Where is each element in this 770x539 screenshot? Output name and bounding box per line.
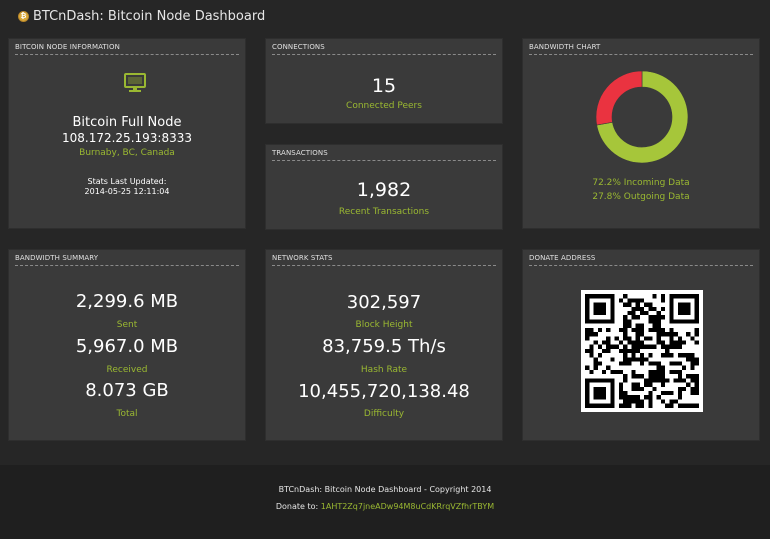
qr-code-icon	[581, 290, 703, 412]
connected-peers-value: 15	[371, 75, 397, 97]
hash-rate-label: Hash Rate	[360, 365, 408, 375]
bandwidth-summary-panel: BANDWIDTH SUMMARY 2,299.6 MB Sent 5,967.…	[8, 249, 246, 441]
panel-heading: BANDWIDTH CHART	[529, 39, 753, 55]
footer-donate-line: Donate to: 1AHT2Zq7jneADw94M8uCdKRrqVZfh…	[0, 502, 770, 511]
bandwidth-chart-panel: BANDWIDTH CHART 72.2% Incoming Data 27.8…	[522, 38, 760, 229]
sent-value: 2,299.6 MB	[75, 291, 179, 312]
sent-label: Sent	[116, 320, 138, 330]
recent-transactions-value: 1,982	[356, 179, 412, 201]
total-label: Total	[116, 409, 138, 419]
connections-panel: CONNECTIONS 15 Connected Peers	[265, 38, 503, 124]
app-header: ₿ BTCnDash: Bitcoin Node Dashboard	[0, 0, 770, 32]
node-location: Burnaby, BC, Canada	[79, 148, 175, 158]
network-stats-panel: NETWORK STATS 302,597 Block Height 83,75…	[265, 249, 503, 441]
outgoing-slice	[595, 70, 643, 126]
outgoing-data-label: 27.8% Outgoing Data	[592, 192, 690, 202]
recent-transactions-label: Recent Transactions	[338, 207, 430, 217]
donate-address-panel: DONATE ADDRESS	[522, 249, 760, 441]
updated-value: 2014-05-25 12:11:04	[84, 187, 170, 196]
panel-heading: BANDWIDTH SUMMARY	[15, 250, 239, 266]
incoming-data-label: 72.2% Incoming Data	[592, 178, 690, 188]
app-title: BTCnDash: Bitcoin Node Dashboard	[33, 8, 266, 24]
total-value: 8.073 GB	[85, 380, 169, 401]
panel-heading: CONNECTIONS	[272, 39, 496, 55]
footer: BTCnDash: Bitcoin Node Dashboard - Copyr…	[0, 465, 770, 539]
hash-rate-value: 83,759.5 Th/s	[322, 336, 446, 357]
updated-label: Stats Last Updated:	[87, 177, 167, 186]
panel-heading: TRANSACTIONS	[272, 145, 496, 161]
panel-heading: NETWORK STATS	[272, 250, 496, 266]
donate-label: Donate to:	[275, 502, 319, 511]
block-height-value: 302,597	[346, 292, 422, 313]
received-label: Received	[106, 365, 148, 375]
block-height-label: Block Height	[355, 320, 413, 330]
node-name: Bitcoin Full Node	[72, 115, 182, 130]
difficulty-value: 10,455,720,138.48	[298, 381, 470, 402]
panel-heading: BITCOIN NODE INFORMATION	[15, 39, 239, 55]
transactions-panel: TRANSACTIONS 1,982 Recent Transactions	[265, 144, 503, 230]
connected-peers-label: Connected Peers	[346, 101, 422, 111]
difficulty-label: Difficulty	[363, 409, 405, 419]
node-address: 108.172.25.193:8333	[61, 131, 192, 145]
monitor-icon	[124, 73, 146, 92]
donate-address-link[interactable]: 1AHT2Zq7jneADw94M8uCdKRrqVZfhrTBYM	[321, 502, 494, 511]
bandwidth-donut-chart	[595, 70, 689, 164]
received-value: 5,967.0 MB	[75, 336, 179, 357]
bitcoin-coin-icon: ₿	[18, 10, 29, 22]
footer-copyright: BTCnDash: Bitcoin Node Dashboard - Copyr…	[278, 485, 492, 494]
panel-heading: DONATE ADDRESS	[529, 250, 753, 266]
node-info-panel: BITCOIN NODE INFORMATION Bitcoin Full No…	[8, 38, 246, 229]
